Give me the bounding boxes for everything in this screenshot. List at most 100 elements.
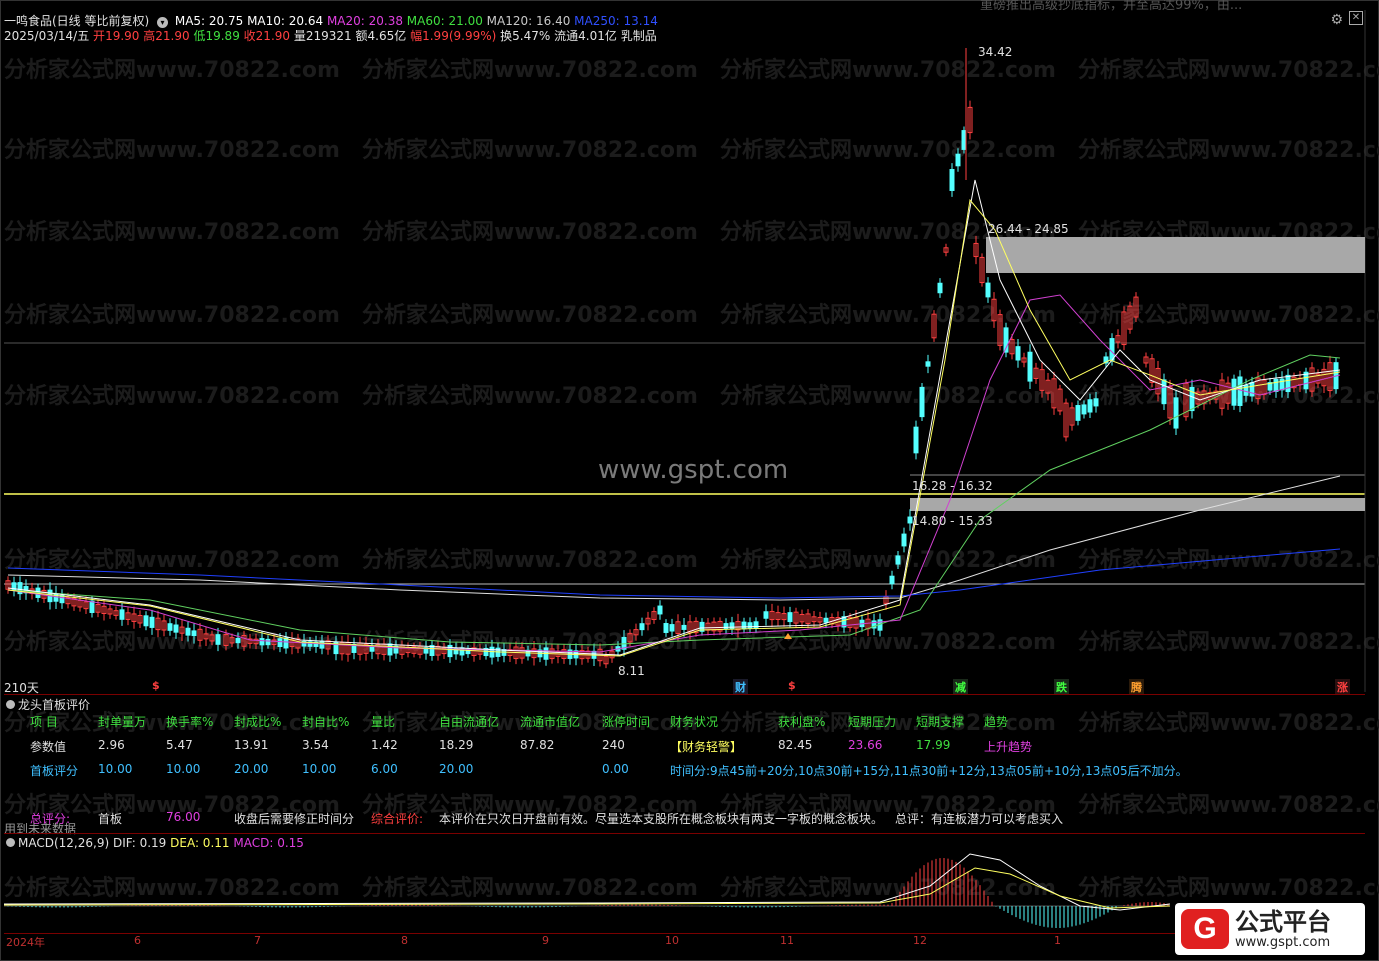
total-score-value: 76.00 <box>166 810 201 824</box>
price-chart[interactable] <box>0 0 1379 700</box>
table-value-cell: 5.47 <box>166 738 193 752</box>
table-value-cell: 82.45 <box>778 738 813 752</box>
watermark-text: 分析家公式网www.70822.com <box>1078 711 1379 736</box>
table-value-cell: 240 <box>602 738 625 752</box>
table-value-cell: 87.82 <box>520 738 555 752</box>
candle-body <box>901 533 907 547</box>
candle-body <box>639 623 645 631</box>
candle-body <box>149 616 155 628</box>
table-header-cell: 短期压力 <box>848 715 897 729</box>
table-value-cell: 【财务轻警】 <box>670 740 743 754</box>
close-note: 收盘后需要修正时间分 <box>234 812 355 826</box>
table-score-cell: 20.00 <box>234 762 269 776</box>
candle-body <box>1161 379 1167 405</box>
month-tick: 8 <box>401 934 408 947</box>
macd-dif-line <box>3 853 1171 911</box>
candle-body <box>823 617 829 623</box>
table-score-cell: 10.00 <box>166 762 201 776</box>
candle-body <box>753 621 759 629</box>
signal-rise[interactable]: 涨 <box>1335 679 1350 695</box>
candle-body <box>89 600 95 613</box>
panel-dropdown-icon[interactable] <box>6 700 15 709</box>
peak-price-label: 34.42 <box>978 45 1013 59</box>
time-axis-line <box>4 933 1365 934</box>
candle-body <box>259 638 265 646</box>
table-header-cell: 趋势 <box>984 715 1009 729</box>
table-header-cell: 财务状况 <box>670 715 719 729</box>
zone-high-label: 26.44 - 24.85 <box>988 222 1069 236</box>
candle-body <box>763 611 769 619</box>
table-score-cell: 0.00 <box>602 762 629 776</box>
candle-body <box>669 624 675 632</box>
candle-body <box>1231 378 1237 406</box>
candle-body <box>729 622 735 630</box>
table-value-cell: 2.96 <box>98 738 125 752</box>
candle-body <box>657 605 663 615</box>
panel-divider-macd <box>4 833 1365 834</box>
panel-title: 龙头首板评价 <box>6 696 90 713</box>
candle-body <box>1015 346 1021 361</box>
candle-body <box>1087 399 1093 413</box>
support-zone <box>910 498 1365 511</box>
ma250-line <box>7 548 1341 599</box>
gspt-logo: G 公式平台 www.gspt.com <box>1175 903 1365 955</box>
macd-chart[interactable] <box>0 846 1379 956</box>
candle-body <box>319 640 325 649</box>
signal-fall[interactable]: 跌 <box>1054 679 1069 695</box>
total-score-type: 首板 <box>98 812 123 826</box>
summary-text: 总评：有连板潜力可以考虑买入 <box>895 812 1064 826</box>
candle-body <box>265 638 271 646</box>
candle-body <box>985 282 991 298</box>
signal-dollar-1[interactable]: $ <box>150 679 162 692</box>
table-row-label: 参数值 <box>30 740 67 754</box>
signal-reduce[interactable]: 减 <box>953 679 968 695</box>
candle-body <box>167 623 173 631</box>
month-tick: 10 <box>665 934 679 947</box>
table-score-cell: 10.00 <box>302 762 337 776</box>
zone-mid-label: 16.28 - 16.32 <box>912 479 993 493</box>
table-score-cell: 10.00 <box>98 762 133 776</box>
candle-body <box>663 623 669 633</box>
center-watermark: www.gspt.com <box>598 455 789 485</box>
candle-body <box>277 638 283 648</box>
candle-body <box>185 627 191 636</box>
table-header-cell: 项 目 <box>30 715 58 729</box>
signal-finance[interactable]: 财 <box>733 679 748 695</box>
table-value-cell: 13.91 <box>234 738 269 752</box>
month-tick: 6 <box>134 934 141 947</box>
candle-body <box>1285 374 1291 392</box>
candle-body <box>1081 404 1087 415</box>
candle-body <box>919 386 925 418</box>
table-value-cell: 上升趋势 <box>984 740 1033 754</box>
logo-url: www.gspt.com <box>1235 934 1331 950</box>
future-data-note: 用到未来数据 <box>4 822 77 836</box>
candle-body <box>949 169 955 191</box>
month-tick: 11 <box>780 934 794 947</box>
candle-body <box>369 646 375 652</box>
signal-triangle <box>784 633 792 639</box>
candle-body <box>1075 405 1081 421</box>
table-header-cell: 换手率% <box>166 715 214 729</box>
table-header-cell: 自由流通亿 <box>439 715 500 729</box>
eval-label: 综合评价: <box>371 812 424 826</box>
table-row-label: 首板评分 <box>30 764 79 778</box>
candle-body <box>1249 382 1255 397</box>
candle-body <box>1173 397 1179 429</box>
candle-body <box>1027 351 1033 382</box>
logo-title: 公式平台 <box>1235 907 1331 936</box>
candle-body <box>787 612 793 623</box>
table-value-cell: 23.66 <box>848 738 883 752</box>
candle-body <box>387 643 393 656</box>
candle-body <box>961 130 967 150</box>
watermark-text: 分析家公式网www.70822.com <box>1078 793 1379 818</box>
candle-body <box>895 555 901 565</box>
signal-dollar-2[interactable]: $ <box>786 679 798 692</box>
macd-dea-line <box>3 867 1171 909</box>
candle-body <box>1273 378 1279 392</box>
candle-body <box>143 615 149 627</box>
month-tick: 1 <box>1054 934 1061 947</box>
signal-soar[interactable]: 腾 <box>1129 679 1144 695</box>
month-tick: 2024年 <box>6 936 45 949</box>
candle-body <box>235 637 241 644</box>
table-header-cell: 获利盘% <box>778 715 826 729</box>
